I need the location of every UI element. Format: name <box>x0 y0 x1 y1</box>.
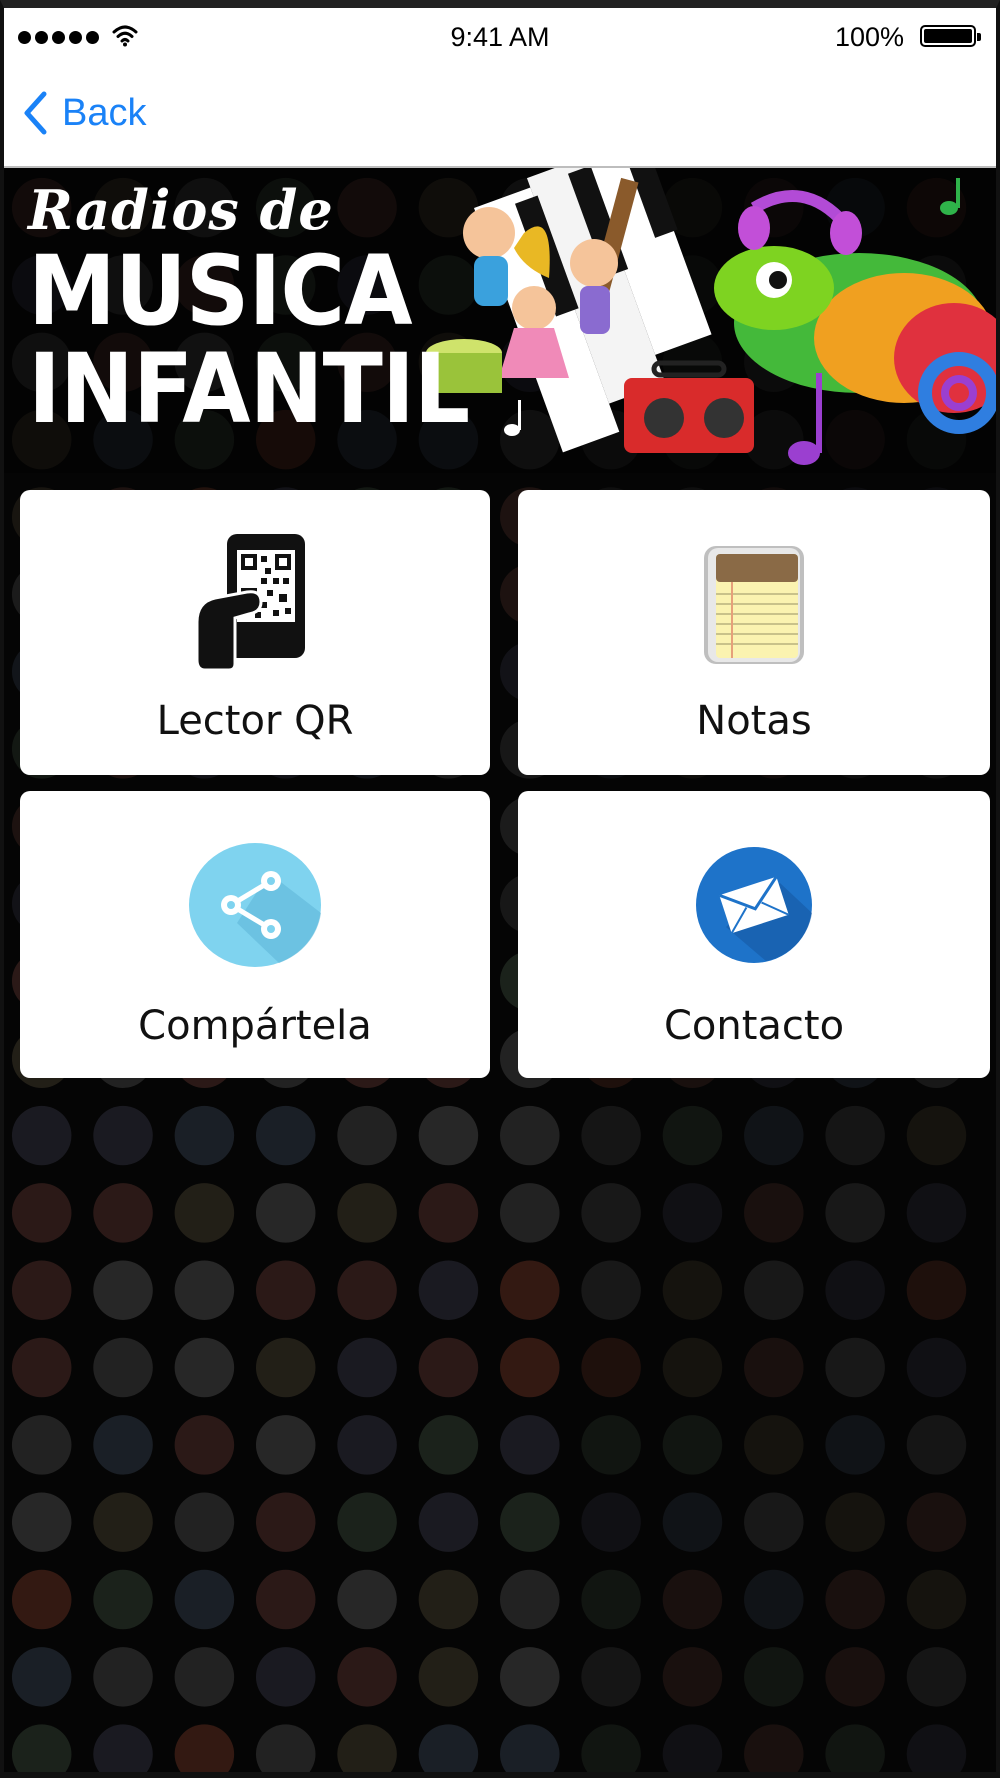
tile-lector-qr[interactable]: Lector QR <box>20 490 490 775</box>
chevron-left-icon <box>24 91 47 135</box>
banner-title-line2: MUSICA <box>28 235 413 347</box>
back-button-label: Back <box>62 91 147 134</box>
banner-title-line3: INFANTIL <box>28 333 470 445</box>
tile-compartela[interactable]: Compártela <box>20 791 490 1078</box>
qr-scanner-icon <box>195 534 305 672</box>
battery-icon <box>920 25 981 47</box>
main-content: Radios de MUSICA INFANTIL Lector QR Nota… <box>4 168 996 1772</box>
notepad-icon <box>704 546 804 664</box>
header-banner: Radios de MUSICA INFANTIL <box>4 168 996 473</box>
tile-contacto[interactable]: Contacto <box>518 791 990 1078</box>
battery-percentage: 100% <box>834 22 904 52</box>
banner-title-line1: Radios de <box>28 178 334 242</box>
mail-icon <box>696 847 812 963</box>
tile-label: Notas <box>696 698 812 744</box>
tile-label: Compártela <box>138 1003 372 1049</box>
navigation-bar: Back <box>4 60 996 168</box>
tile-notas[interactable]: Notas <box>518 490 990 775</box>
app-frame: 9:41 AM 100% Back Radios de MUSICA INFAN… <box>0 0 1000 1778</box>
banner-title: Radios de MUSICA INFANTIL <box>28 178 508 438</box>
status-bar: 9:41 AM 100% <box>4 8 996 60</box>
tile-label: Contacto <box>663 1003 845 1049</box>
tile-label: Lector QR <box>156 698 354 744</box>
share-icon <box>189 843 321 967</box>
back-button[interactable]: Back <box>22 88 146 138</box>
